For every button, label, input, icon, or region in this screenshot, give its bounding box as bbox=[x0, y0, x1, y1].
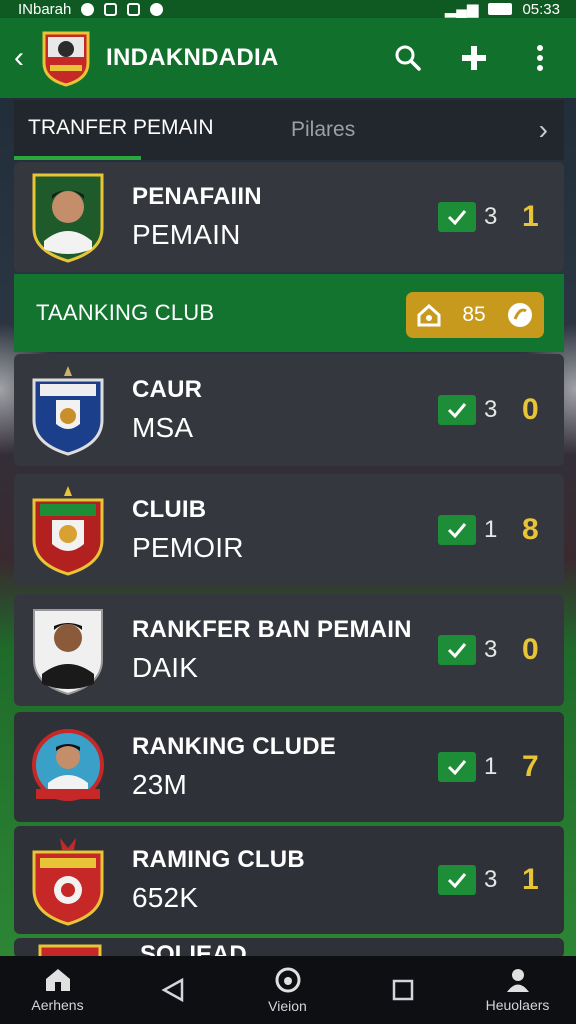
club-logo-icon bbox=[42, 31, 90, 87]
list-item-count: 3 bbox=[484, 636, 498, 663]
mail-icon bbox=[127, 2, 141, 16]
nav-label-home: Aerhens bbox=[31, 997, 84, 1013]
list-item-count: 3 bbox=[484, 396, 498, 423]
club-crest-icon bbox=[32, 486, 104, 576]
check-icon[interactable] bbox=[438, 515, 476, 545]
battery-icon bbox=[488, 3, 513, 15]
tab-pilares[interactable]: Pilares bbox=[277, 100, 355, 160]
app-icon bbox=[150, 2, 164, 16]
badge-circle-icon bbox=[507, 303, 532, 327]
ranking-section-header: TAANKING CLUB 85 bbox=[14, 274, 564, 352]
badge-value: 85 bbox=[462, 303, 486, 326]
list-item-title: RAMING CLUB bbox=[132, 846, 305, 873]
nav-label-profile: Heuolaers bbox=[485, 997, 550, 1013]
list-item-score: 0 bbox=[522, 393, 539, 426]
home-icon bbox=[45, 969, 70, 991]
status-bar: INbarah ▂▄▆ 05:33 bbox=[0, 0, 576, 18]
message-icon bbox=[104, 2, 118, 16]
at-icon bbox=[275, 967, 300, 993]
nav-recents[interactable] bbox=[345, 956, 460, 1024]
check-icon[interactable] bbox=[438, 865, 476, 895]
player-name: PENAFAIIN bbox=[132, 183, 262, 210]
player-avatar bbox=[32, 173, 104, 263]
back-triangle-icon bbox=[160, 977, 183, 1003]
more-options-icon[interactable] bbox=[524, 42, 556, 74]
list-item-score: 8 bbox=[522, 513, 539, 546]
chevron-right-icon[interactable]: › bbox=[539, 114, 548, 146]
notification-icon bbox=[81, 2, 95, 16]
list-item-subtitle: MSA bbox=[132, 412, 194, 443]
person-icon bbox=[506, 969, 529, 992]
player-score: 1 bbox=[522, 200, 539, 233]
search-icon[interactable] bbox=[392, 42, 424, 74]
list-item-subtitle: PEMOIR bbox=[132, 532, 244, 563]
app-title: INDAKNDADIA bbox=[106, 44, 279, 71]
player-avatar bbox=[33, 609, 103, 696]
check-icon[interactable] bbox=[438, 395, 476, 425]
check-icon[interactable] bbox=[438, 635, 476, 665]
nav-profile[interactable]: Heuolaers bbox=[460, 956, 575, 1024]
check-icon[interactable] bbox=[438, 752, 476, 782]
list-item[interactable]: RAMING CLUB 652K 3 1 bbox=[14, 826, 564, 934]
home-badge-icon bbox=[417, 303, 441, 327]
square-icon bbox=[392, 979, 413, 1001]
nav-back[interactable] bbox=[115, 956, 230, 1024]
back-button[interactable]: ‹ bbox=[14, 41, 36, 75]
list-item-score: 7 bbox=[522, 750, 539, 783]
list-item-subtitle: DAIK bbox=[132, 652, 199, 683]
tab-transfer[interactable]: TRANFER PEMAIN bbox=[14, 100, 214, 160]
list-item[interactable]: RANKING CLUDE 23M 1 7 bbox=[14, 712, 564, 822]
signal-icon: ▂▄▆ bbox=[444, 1, 479, 18]
check-icon[interactable] bbox=[438, 202, 476, 232]
list-item[interactable]: RANKFER BAN PEMAIN DAIK 3 0 bbox=[14, 594, 564, 706]
bottom-navigation: Aerhens Vieion Heuolaers bbox=[0, 956, 576, 1024]
player-avatar bbox=[32, 729, 104, 801]
club-crest-icon bbox=[32, 838, 104, 926]
list-item-count: 1 bbox=[484, 753, 498, 780]
club-crest-icon bbox=[32, 366, 104, 456]
section-title: TAANKING CLUB bbox=[36, 300, 215, 325]
list-item-title: CLUIB bbox=[132, 496, 207, 523]
list-item-score: 1 bbox=[522, 863, 539, 896]
list-item-partial[interactable]: SOLIEAD bbox=[14, 938, 564, 958]
tab-bar: TRANFER PEMAIN Pilares › bbox=[14, 100, 564, 160]
list-item-title: RANKING CLUDE bbox=[132, 733, 336, 760]
clock: 05:33 bbox=[522, 0, 560, 18]
player-card[interactable]: PENAFAIIN PEMAIN 3 1 bbox=[14, 162, 564, 272]
ranking-badge[interactable]: 85 bbox=[406, 292, 544, 338]
nav-home[interactable]: Aerhens bbox=[0, 956, 115, 1024]
list-item-count: 3 bbox=[484, 866, 498, 893]
player-count: 3 bbox=[484, 203, 498, 230]
app-bar: ‹ INDAKNDADIA bbox=[0, 18, 576, 98]
player-subtitle: PEMAIN bbox=[132, 219, 241, 250]
list-item-subtitle: 23M bbox=[132, 769, 188, 800]
plus-cross-icon[interactable] bbox=[458, 42, 490, 74]
list-item-score: 0 bbox=[522, 633, 539, 666]
list-item-title: SOLIEAD bbox=[140, 941, 247, 959]
list-item-count: 1 bbox=[484, 516, 498, 543]
list-item-subtitle: 652K bbox=[132, 882, 199, 913]
nav-vision[interactable]: Vieion bbox=[230, 956, 345, 1024]
list-item-title: CAUR bbox=[132, 376, 203, 403]
list-item[interactable]: CLUIB PEMOIR 1 8 bbox=[14, 474, 564, 586]
list-item[interactable]: CAUR MSA 3 0 bbox=[14, 354, 564, 466]
list-item-title: RANKFER BAN PEMAIN bbox=[132, 616, 412, 643]
nav-label-vision: Vieion bbox=[268, 998, 307, 1014]
carrier-label: INbarah bbox=[18, 0, 72, 18]
